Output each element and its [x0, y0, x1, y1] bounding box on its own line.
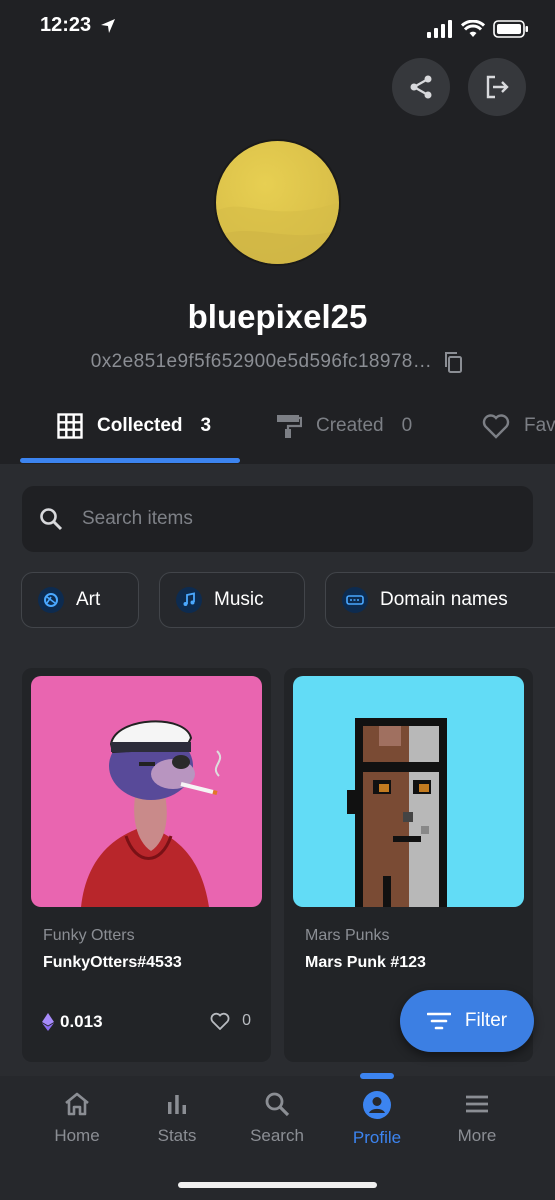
nft-image-otter[interactable] — [31, 676, 262, 907]
status-icons — [427, 20, 529, 38]
art-icon — [38, 587, 64, 613]
logout-icon — [486, 75, 509, 99]
home-indicator — [178, 1182, 377, 1188]
tab-collected[interactable]: Collected 3 — [57, 400, 211, 452]
collection-name: Funky Otters — [43, 927, 135, 944]
profile-icon — [363, 1091, 391, 1119]
share-button[interactable] — [392, 58, 450, 116]
menu-icon — [466, 1095, 488, 1113]
nav-more-label: More — [457, 1126, 497, 1145]
nav-profile[interactable]: Profile — [327, 1090, 427, 1148]
nav-search-label: Search — [250, 1126, 304, 1145]
search-icon — [265, 1092, 290, 1117]
nav-stats-label: Stats — [157, 1126, 197, 1145]
active-tab-indicator — [20, 458, 240, 463]
copy-icon[interactable] — [442, 350, 464, 374]
tab-created-count: 0 — [401, 415, 413, 436]
chip-music[interactable]: Music — [159, 572, 305, 628]
item-name: Mars Punk #123 — [305, 954, 426, 971]
nav-more[interactable]: More — [427, 1090, 527, 1146]
filter-label: Filter — [464, 1010, 508, 1031]
tab-created[interactable]: Created 0 — [276, 400, 412, 452]
paint-roller-icon — [277, 415, 302, 438]
avatar — [214, 139, 341, 266]
heart-icon — [482, 414, 510, 439]
logout-button[interactable] — [468, 58, 526, 116]
music-icon — [176, 587, 202, 613]
nft-card-funky-otters[interactable]: Funky Otters FunkyOtters#4533 0.013 0 — [22, 668, 271, 1062]
wifi-icon — [461, 20, 485, 37]
chip-domain-names-label: Domain names — [380, 589, 508, 610]
battery-icon — [493, 20, 528, 38]
nav-home[interactable]: Home — [27, 1090, 127, 1146]
tab-favorites[interactable]: Fav — [482, 400, 555, 452]
domain-icon — [342, 587, 368, 613]
grid-icon — [57, 413, 83, 439]
chip-art-label: Art — [76, 589, 101, 610]
collection-name: Mars Punks — [305, 927, 390, 944]
nav-search[interactable]: Search — [227, 1090, 327, 1146]
home-icon — [65, 1092, 89, 1116]
chip-art[interactable]: Art — [21, 572, 139, 628]
profile-tabs: Collected 3 Created 0 Fav — [0, 400, 555, 464]
ethereum-icon — [42, 1013, 54, 1031]
chip-music-label: Music — [214, 589, 264, 610]
nav-stats[interactable]: Stats — [127, 1090, 227, 1146]
tab-collected-count: 3 — [200, 415, 212, 436]
like-button[interactable]: 0 — [210, 1012, 251, 1030]
tab-collected-label: Collected — [97, 415, 183, 436]
wallet-address: 0x2e851e9f5f652900e5d596fc18978… — [90, 351, 433, 372]
status-time: 12:23 — [40, 14, 117, 37]
tab-created-label: Created — [316, 415, 384, 436]
share-icon — [410, 75, 432, 99]
filter-button[interactable]: Filter — [400, 990, 534, 1052]
wallet-address-row: 0x2e851e9f5f652900e5d596fc18978… — [0, 350, 555, 374]
search-items-input[interactable]: Search items — [22, 486, 533, 552]
tab-favorites-label: Fav — [524, 415, 555, 436]
location-arrow-icon — [101, 18, 116, 33]
nft-image-punk[interactable] — [293, 676, 524, 907]
filter-icon — [426, 1012, 451, 1030]
heart-icon — [210, 1012, 230, 1030]
price: 0.013 — [42, 1012, 103, 1032]
cellular-signal-icon — [427, 20, 452, 38]
item-name: FunkyOtters#4533 — [43, 954, 182, 971]
nav-profile-label: Profile — [352, 1128, 402, 1147]
like-count: 0 — [242, 1012, 251, 1029]
search-placeholder: Search items — [82, 508, 193, 529]
price-value: 0.013 — [60, 1012, 103, 1031]
search-icon — [40, 508, 63, 531]
active-nav-indicator — [360, 1073, 394, 1079]
nav-home-label: Home — [54, 1126, 100, 1145]
username: bluepixel25 — [187, 298, 368, 335]
chip-domain-names[interactable]: Domain names — [325, 572, 555, 628]
stats-icon — [168, 1095, 186, 1114]
